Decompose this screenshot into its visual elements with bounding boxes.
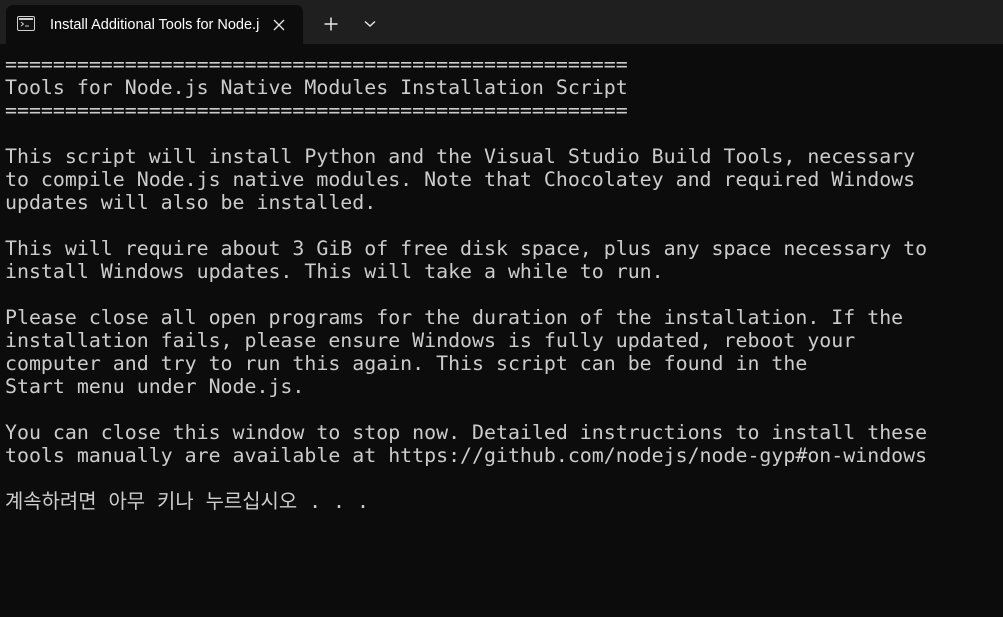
console-text: ========================================… (5, 53, 927, 513)
terminal-icon (17, 16, 35, 31)
console-line: ========================================… (5, 53, 628, 76)
console-line: This script will install Python and the … (5, 145, 916, 168)
chevron-down-icon[interactable] (358, 12, 382, 36)
press-any-key-prompt: 계속하려면 아무 키나 누르십시오 . . . (5, 490, 369, 513)
console-line: This will require about 3 GiB of free di… (5, 237, 928, 260)
console-line: ========================================… (5, 99, 628, 122)
terminal-output[interactable]: ========================================… (0, 44, 1003, 617)
console-line: You can close this window to stop now. D… (5, 421, 928, 444)
console-line: Tools for Node.js Native Modules Install… (5, 76, 628, 99)
console-line: tools manually are available at https://… (5, 444, 928, 467)
tab-title: Install Additional Tools for Node.js (50, 17, 260, 33)
console-line: to compile Node.js native modules. Note … (5, 168, 916, 191)
plus-icon[interactable] (318, 12, 344, 36)
console-line: Start menu under Node.js. (5, 375, 305, 398)
console-line: Please close all open programs for the d… (5, 306, 904, 329)
close-icon[interactable] (268, 14, 290, 36)
tab-bar: Install Additional Tools for Node.js (0, 0, 1003, 44)
console-line: installation fails, please ensure Window… (5, 329, 856, 352)
terminal-window: Install Additional Tools for Node.js ===… (0, 0, 1003, 617)
console-line: computer and try to run this again. This… (5, 352, 808, 375)
tab-install-tools[interactable]: Install Additional Tools for Node.js (6, 5, 303, 44)
console-line: install Windows updates. This will take … (5, 260, 664, 283)
console-line: updates will also be installed. (5, 191, 377, 214)
